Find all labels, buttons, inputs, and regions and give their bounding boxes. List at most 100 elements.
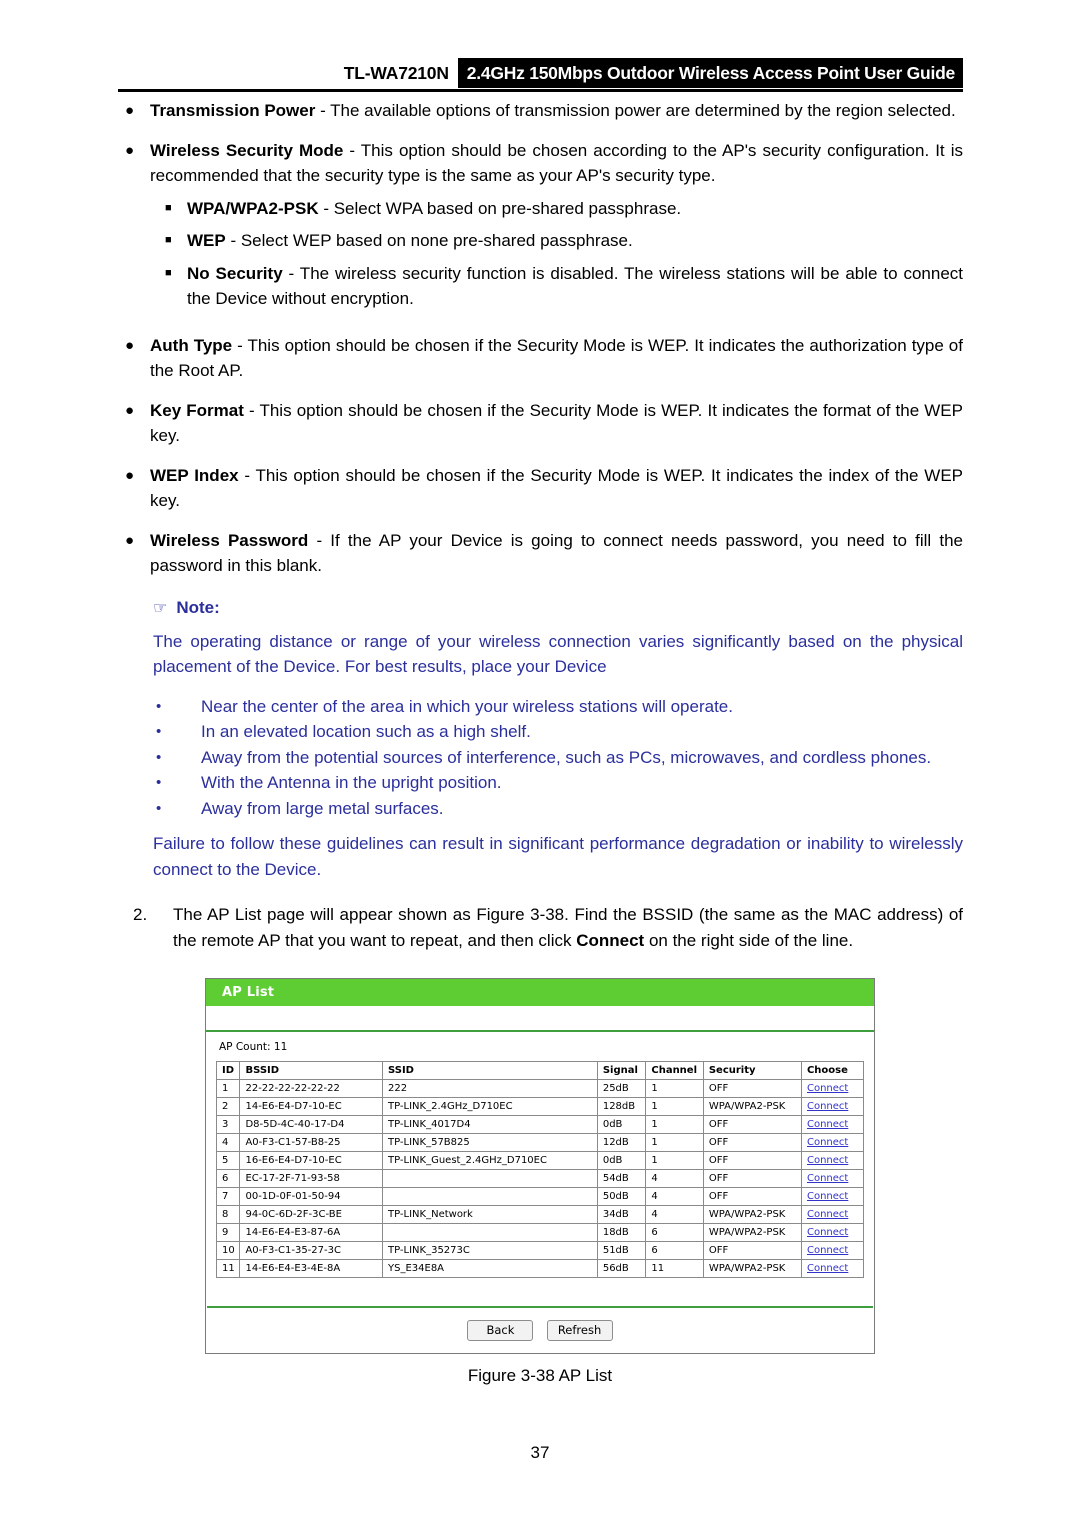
cell-ssid: TP-LINK_4017D4 (382, 1115, 598, 1134)
cell-ssid (382, 1169, 598, 1188)
column-header-security: Security (702, 1061, 802, 1080)
note-list-item-label: Near the center of the area in which you… (201, 696, 733, 716)
connect-link[interactable]: Connect (807, 1173, 848, 1184)
step-number: 2. (133, 905, 148, 924)
sub-list-item: ■ WEP - Select WEP based on none pre-sha… (150, 228, 963, 254)
connect-link[interactable]: Connect (807, 1119, 848, 1130)
note-paragraph: The operating distance or range of your … (153, 631, 963, 677)
ap-table-spacer (206, 1278, 874, 1306)
column-header-id: ID (215, 1061, 241, 1080)
cell-bssid: 14-E6-E4-D7-10-EC (239, 1097, 383, 1116)
list-item-body: Wireless Password - If the AP your Devic… (150, 528, 963, 579)
cell-choose[interactable]: Connect (800, 1079, 865, 1098)
connect-link[interactable]: Connect (807, 1101, 848, 1112)
cell-ssid: TP-LINK_Guest_2.4GHz_D710EC (382, 1151, 598, 1170)
sub-list: ■ WPA/WPA2-PSK - Select WPA based on pre… (150, 196, 963, 312)
note-list-item: • With the Antenna in the upright positi… (153, 770, 963, 796)
cell-bssid: 22-22-22-22-22-22 (239, 1079, 383, 1098)
table-row: 10 A0-F3-C1-35-27-3C TP-LINK_35273C 51dB… (215, 1241, 865, 1260)
table-row: 2 14-E6-E4-D7-10-EC TP-LINK_2.4GHz_D710E… (215, 1097, 865, 1116)
cell-id: 1 (215, 1079, 241, 1098)
cell-signal: 0dB (596, 1115, 647, 1134)
term-description: - This option should be chosen if the Se… (150, 335, 963, 381)
cell-signal: 50dB (596, 1187, 647, 1206)
cell-ssid (382, 1187, 598, 1206)
note-list-item: • Near the center of the area in which y… (153, 694, 963, 720)
note-title-label: Note: (176, 597, 220, 617)
sub-term-description: - The wireless security function is disa… (187, 263, 963, 309)
cell-channel: 1 (645, 1079, 704, 1098)
connect-link[interactable]: Connect (807, 1227, 848, 1238)
ap-list-panel: AP List AP Count: 11 ID BSSID SSID Signa… (205, 978, 875, 1354)
connect-link[interactable]: Connect (807, 1245, 848, 1256)
list-item: ● Key Format - This option should be cho… (118, 398, 963, 449)
square-bullet-icon: ■ (165, 201, 172, 214)
list-item-body: Transmission Power - The available optio… (150, 98, 963, 124)
dot-bullet-icon: • (156, 697, 162, 715)
document-content: ● Transmission Power - The available opt… (118, 98, 963, 953)
term-label: Key Format (150, 400, 244, 420)
page-number: 37 (530, 1443, 550, 1462)
cell-bssid: D8-5D-4C-40-17-D4 (239, 1115, 383, 1134)
cell-signal: 18dB (596, 1223, 647, 1242)
cell-signal: 51dB (596, 1241, 647, 1260)
figure-caption: Figure 3-38 AP List (467, 1366, 613, 1385)
connect-link[interactable]: Connect (807, 1263, 848, 1274)
column-header-ssid: SSID (382, 1061, 598, 1080)
sub-list-item: ■ WPA/WPA2-PSK - Select WPA based on pre… (150, 196, 963, 222)
table-row: 7 00-1D-0F-01-50-94 50dB 4 OFF Connect (215, 1187, 865, 1206)
cell-choose[interactable]: Connect (800, 1133, 865, 1152)
sub-term-label: No Security (187, 263, 283, 283)
cell-choose[interactable]: Connect (800, 1187, 865, 1206)
model-name: TL-WA7210N (343, 63, 449, 83)
list-item-body: Auth Type - This option should be chosen… (150, 333, 963, 384)
cell-bssid: 16-E6-E4-D7-10-EC (239, 1151, 383, 1170)
bullet-icon: ● (125, 102, 135, 119)
refresh-button[interactable]: Refresh (546, 1320, 613, 1341)
cell-id: 2 (215, 1097, 241, 1116)
cell-bssid: 14-E6-E4-E3-87-6A (239, 1223, 383, 1242)
cell-channel: 1 (645, 1151, 704, 1170)
back-button[interactable]: Back (467, 1320, 534, 1341)
dot-bullet-icon: • (156, 748, 162, 766)
ap-list-title-bar: AP List (206, 979, 874, 1006)
note-block: ☞ Note: The operating distance or range o… (118, 597, 963, 883)
cell-channel: 1 (645, 1133, 704, 1152)
connect-link[interactable]: Connect (807, 1209, 848, 1220)
connect-link[interactable]: Connect (807, 1137, 848, 1148)
cell-security: OFF (702, 1079, 802, 1098)
table-row: 11 14-E6-E4-E3-4E-8A YS_E34E8A 56dB 11 W… (215, 1259, 865, 1278)
list-item-body: WEP Index - This option should be chosen… (150, 463, 963, 514)
cell-security: OFF (702, 1115, 802, 1134)
list-item: ● Wireless Password - If the AP your Dev… (118, 528, 963, 579)
sub-list-item-body: WPA/WPA2-PSK - Select WPA based on pre-s… (187, 196, 963, 222)
cell-bssid: 94-0C-6D-2F-3C-BE (239, 1205, 383, 1224)
numbered-step: 2. The AP List page will appear shown as… (118, 902, 963, 953)
connect-link[interactable]: Connect (807, 1155, 848, 1166)
term-label: Wireless Password (150, 530, 309, 550)
cell-choose[interactable]: Connect (800, 1259, 865, 1278)
cell-signal: 56dB (596, 1259, 647, 1278)
connect-link[interactable]: Connect (807, 1191, 848, 1202)
cell-security: OFF (702, 1133, 802, 1152)
sub-list-item: ■ No Security - The wireless security fu… (150, 261, 963, 312)
cell-id: 8 (215, 1205, 241, 1224)
cell-choose[interactable]: Connect (800, 1241, 865, 1260)
cell-choose[interactable]: Connect (800, 1097, 865, 1116)
table-row: 9 14-E6-E4-E3-87-6A 18dB 6 WPA/WPA2-PSK … (215, 1223, 865, 1242)
list-item: ● Transmission Power - The available opt… (118, 98, 963, 124)
cell-choose[interactable]: Connect (800, 1151, 865, 1170)
connect-link[interactable]: Connect (807, 1083, 848, 1094)
cell-choose[interactable]: Connect (800, 1223, 865, 1242)
note-list-item-label: Away from large metal surfaces. (201, 798, 444, 818)
cell-choose[interactable]: Connect (800, 1169, 865, 1188)
table-row: 5 16-E6-E4-D7-10-EC TP-LINK_Guest_2.4GHz… (215, 1151, 865, 1170)
note-list-item: • Away from the potential sources of int… (153, 745, 963, 771)
step-body: The AP List page will appear shown as Fi… (173, 902, 963, 953)
dot-bullet-icon: • (156, 774, 162, 791)
cell-channel: 6 (645, 1241, 704, 1260)
cell-choose[interactable]: Connect (800, 1115, 865, 1134)
cell-security: OFF (702, 1187, 802, 1206)
cell-choose[interactable]: Connect (800, 1205, 865, 1224)
table-row: 1 22-22-22-22-22-22 222 25dB 1 OFF Conne… (215, 1079, 865, 1098)
